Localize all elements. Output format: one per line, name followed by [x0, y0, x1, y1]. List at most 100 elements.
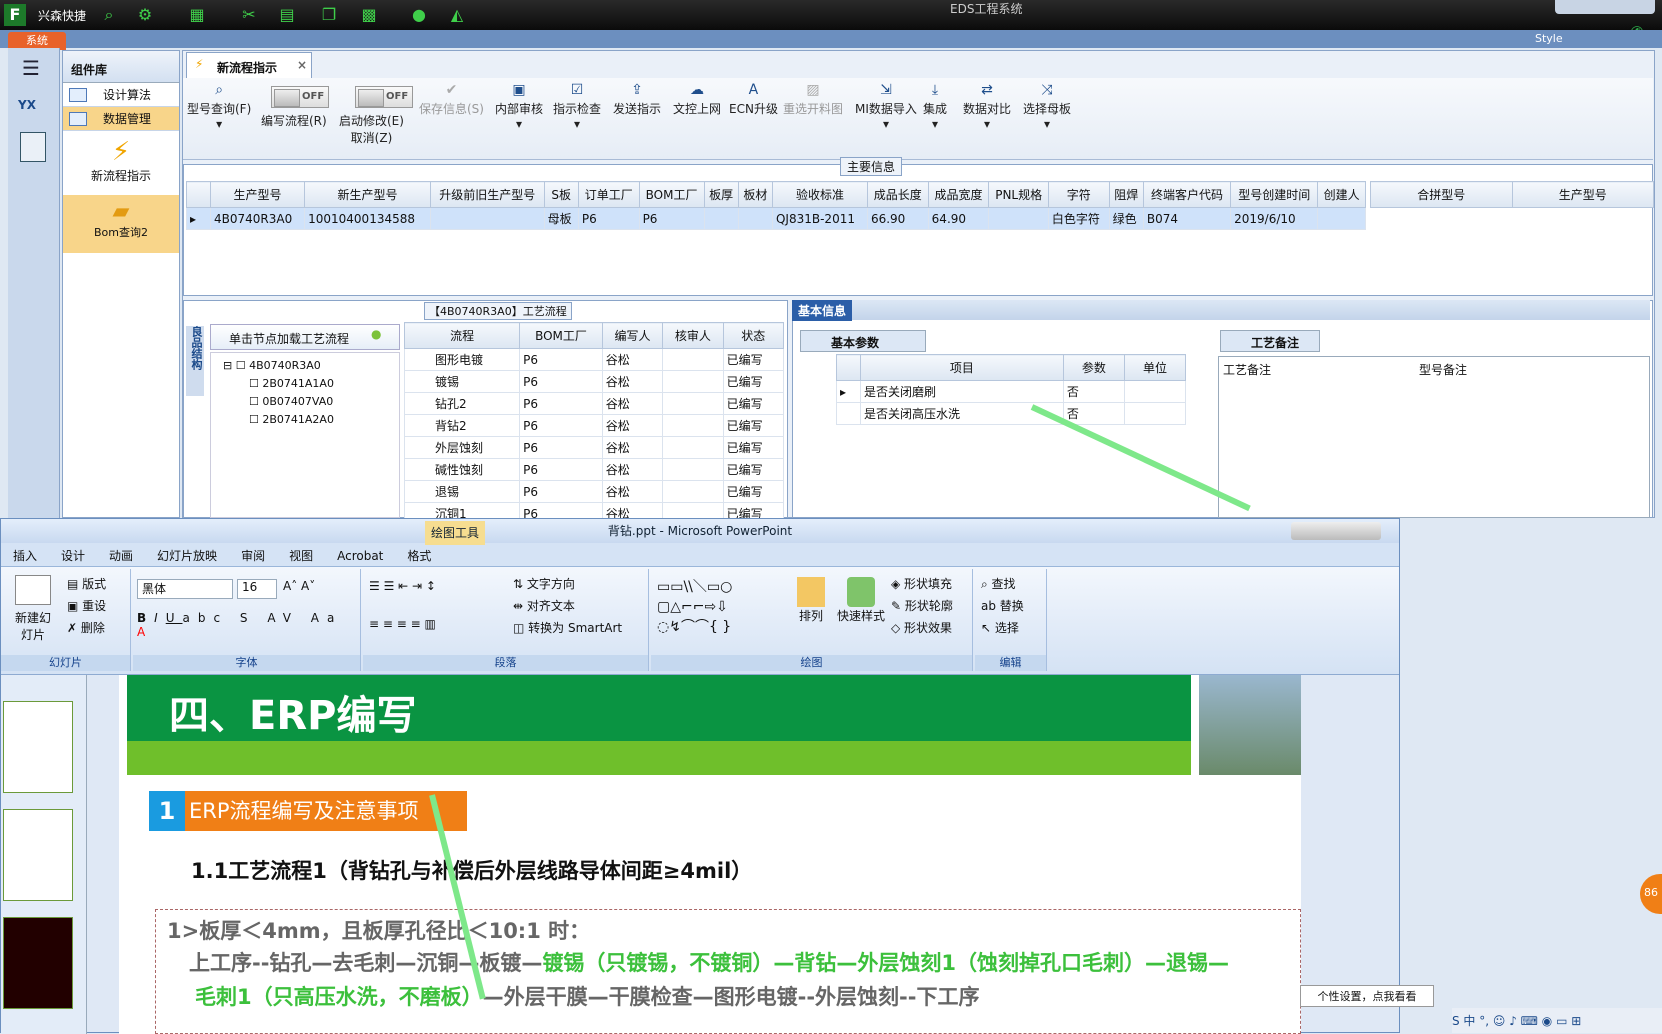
- shape-outline-button[interactable]: ✎ 形状轮廓: [891, 597, 953, 614]
- col-header[interactable]: 流程: [403, 322, 521, 349]
- ribbon-tab[interactable]: 审阅: [229, 543, 277, 564]
- cell[interactable]: [988, 207, 1049, 230]
- table-row[interactable]: ▸ 是否关闭磨刷否: [836, 380, 1187, 403]
- film-icon[interactable]: ▤: [276, 4, 298, 26]
- shape-fill-button[interactable]: ◈ 形状填充: [891, 575, 952, 592]
- layout-button[interactable]: ▤ 版式: [67, 575, 106, 592]
- col-header[interactable]: 终端客户代码: [1142, 181, 1232, 208]
- new-slide-button[interactable]: 新建幻灯片: [13, 609, 53, 643]
- col-header[interactable]: 核审人: [662, 322, 724, 349]
- scissors-icon[interactable]: ✂: [238, 4, 260, 26]
- search-icon[interactable]: ⌕: [98, 4, 120, 26]
- cell[interactable]: 白色字符: [1047, 207, 1110, 230]
- ribbon-tab[interactable]: Acrobat: [325, 545, 395, 563]
- reselect-cut-button[interactable]: ▨ 重选开料图: [783, 82, 843, 117]
- tray-tooltip[interactable]: 个性设置，点我看看: [1300, 985, 1434, 1007]
- col-header[interactable]: 型号创建时间: [1230, 181, 1319, 208]
- col-header[interactable]: 订单工厂: [577, 181, 640, 208]
- check-instruction-button[interactable]: ☑ 指示检查 ▾: [553, 82, 601, 131]
- text-direction-button[interactable]: ⇅ 文字方向: [513, 575, 575, 592]
- col-header[interactable]: 创建人: [1317, 181, 1366, 208]
- cell[interactable]: 4B0740R3A0: [209, 207, 306, 230]
- col-header[interactable]: 成品宽度: [927, 181, 990, 208]
- col-header[interactable]: BOM工厂: [638, 181, 705, 208]
- reset-button[interactable]: ▣ 重设: [67, 597, 106, 614]
- font-name-select[interactable]: 黑体: [137, 579, 233, 599]
- ribbon-tab[interactable]: 视图: [277, 543, 325, 564]
- grow-font-button[interactable]: A˄ A˅: [283, 579, 315, 593]
- tree-node[interactable]: ☐ 2B0741A2A0: [223, 411, 399, 429]
- grid-icon[interactable]: ▩: [358, 4, 380, 26]
- window-controls[interactable]: [1555, 0, 1655, 14]
- col-item[interactable]: 项目: [860, 354, 1064, 381]
- tree-node-root[interactable]: ⊟ ☐ 4B0740R3A0: [223, 357, 399, 375]
- user-icon[interactable]: ●: [408, 4, 430, 26]
- align-buttons[interactable]: ≡ ≡ ≡ ≡ ▥: [369, 617, 436, 631]
- ribbon-tab[interactable]: 幻灯片放映: [145, 543, 229, 564]
- select-mother-board-button[interactable]: ⤨ 选择母板 ▾: [1023, 82, 1071, 131]
- col-header[interactable]: 成品长度: [866, 181, 929, 208]
- side-structure-tab[interactable]: 良品结构: [186, 326, 204, 396]
- col-merge-model[interactable]: 合拼型号: [1370, 181, 1513, 208]
- calculator-icon[interactable]: [20, 132, 46, 162]
- ribbon-tab[interactable]: 格式: [395, 543, 443, 564]
- drawing-tools-tab[interactable]: 绘图工具: [425, 521, 486, 545]
- menu-icon[interactable]: ☰: [22, 56, 59, 80]
- save-info-button[interactable]: ✔ 保存信息(S): [419, 82, 484, 117]
- arrange-button[interactable]: 排列: [797, 577, 825, 624]
- col-header[interactable]: S板: [543, 181, 579, 208]
- tab-process-remark[interactable]: 工艺备注: [1220, 330, 1320, 352]
- cell[interactable]: QJ831B-2011: [771, 207, 868, 230]
- tile-bom-query[interactable]: ▰ Bom查询2: [63, 195, 179, 253]
- tab-basic-info[interactable]: 基本信息: [792, 300, 853, 321]
- model-query-button[interactable]: ⌕ 型号查询(F) ▾: [187, 82, 251, 131]
- chart-icon[interactable]: ◭: [446, 4, 468, 26]
- shapes-gallery[interactable]: ▭▭\\＼▭○ ▢△⌐⌐⇨⇩ ◌↯⌒⌒{ }: [657, 577, 732, 637]
- cell[interactable]: B074: [1142, 207, 1232, 230]
- cell[interactable]: [703, 207, 739, 230]
- select-button[interactable]: ↖ 选择: [981, 619, 1019, 636]
- table-row[interactable]: 钻孔2 P6 谷松 已编写: [403, 392, 785, 415]
- cell[interactable]: 母板: [543, 207, 579, 230]
- col-header[interactable]: 字符: [1047, 181, 1110, 208]
- col-header[interactable]: 板厚: [703, 181, 739, 208]
- tree-node[interactable]: ☐ 2B0741A1A0: [223, 375, 399, 393]
- cell[interactable]: [429, 207, 545, 230]
- edit-flow-toggle[interactable]: OFF: [271, 86, 329, 108]
- style-label[interactable]: Style: [1535, 32, 1563, 45]
- col-header[interactable]: PNL规格: [988, 181, 1049, 208]
- find-button[interactable]: ⌕ 查找: [981, 575, 1016, 592]
- tab-new-flow[interactable]: ⚡ 新流程指示 ×: [186, 52, 312, 78]
- list-buttons[interactable]: ☰ ☰ ⇤ ⇥ ↕: [369, 579, 436, 593]
- table-row[interactable]: 外层蚀刻 P6 谷松 已编写: [403, 436, 785, 459]
- table-row[interactable]: 是否关闭高压水洗否: [836, 402, 1187, 425]
- start-modify-toggle[interactable]: OFF: [355, 86, 413, 108]
- smartart-button[interactable]: ◫ 转换为 SmartArt: [513, 619, 622, 636]
- slide-thumbnail[interactable]: [3, 809, 73, 901]
- gear-icon[interactable]: ⚙: [134, 4, 156, 26]
- remark-area[interactable]: 工艺备注 型号备注: [1218, 356, 1650, 518]
- ribbon-tab[interactable]: 动画: [97, 543, 145, 564]
- tab-basic-params[interactable]: 基本参数: [800, 330, 926, 352]
- table-row[interactable]: 镀锡 P6 谷松 已编写: [403, 370, 785, 393]
- yx-app-icon[interactable]: YX: [18, 98, 59, 112]
- replace-button[interactable]: ab 替换: [981, 597, 1024, 614]
- cell[interactable]: 2019/6/10: [1230, 207, 1319, 230]
- cell[interactable]: 绿色: [1108, 207, 1144, 230]
- shape-effect-button[interactable]: ◇ 形状效果: [891, 619, 952, 636]
- table-row[interactable]: 背钻2 P6 谷松 已编写: [403, 414, 785, 437]
- tile-new-flow[interactable]: ⚡ 新流程指示: [63, 131, 179, 195]
- delete-button[interactable]: ✗ 删除: [67, 619, 105, 636]
- table-row[interactable]: 图形电镀 P6 谷松 已编写: [403, 348, 785, 371]
- slide-canvas[interactable]: 四、ERP编写 1 ERP流程编写及注意事项 1.1工艺流程1（背钻孔与补偿后外…: [119, 675, 1301, 1034]
- send-instruction-button[interactable]: ⇪ 发送指示: [613, 82, 661, 117]
- comp-item-design[interactable]: 设计算法: [63, 83, 179, 107]
- col-header[interactable]: 生产型号: [209, 181, 306, 208]
- col-header[interactable]: 阻焊: [1108, 181, 1144, 208]
- window-controls[interactable]: [1291, 522, 1381, 540]
- col-header[interactable]: 板材: [737, 181, 773, 208]
- font-size-select[interactable]: 16: [237, 579, 277, 599]
- col-prod-model[interactable]: 生产型号: [1511, 181, 1654, 208]
- close-icon[interactable]: ×: [297, 58, 307, 72]
- ribbon-tab[interactable]: 设计: [49, 543, 97, 564]
